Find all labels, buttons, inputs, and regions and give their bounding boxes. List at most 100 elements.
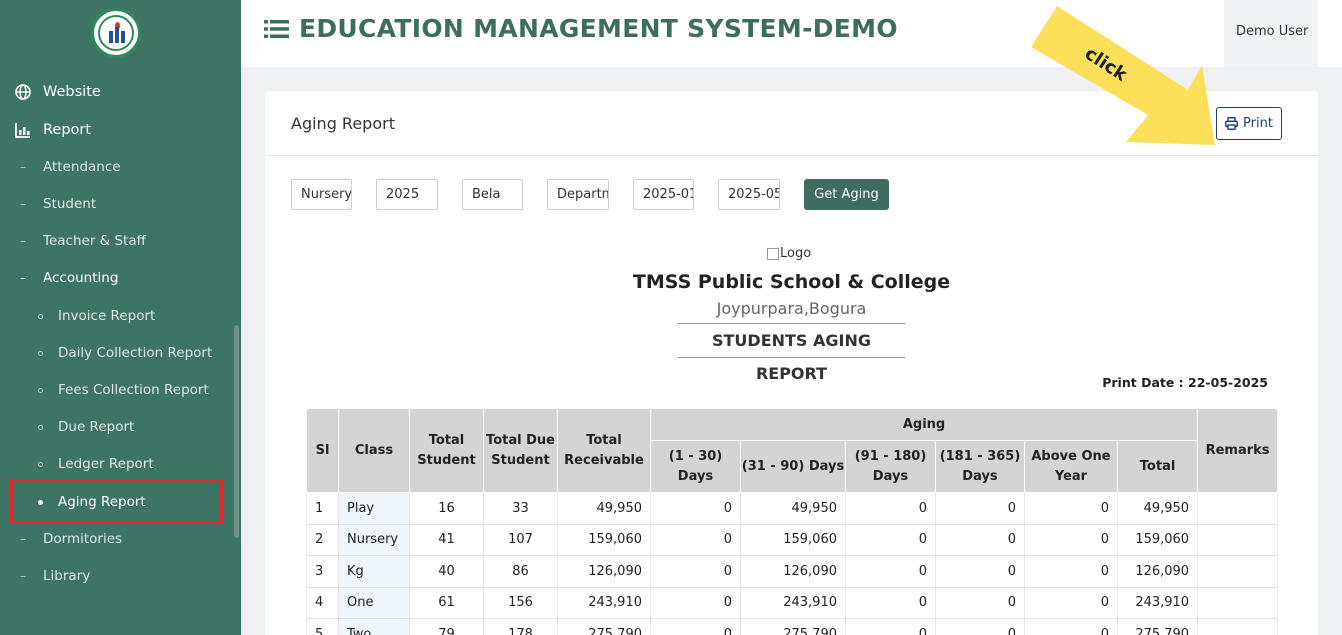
table-cell: 0 <box>935 586 1025 619</box>
department-select[interactable]: Department <box>547 179 609 210</box>
col-header-above-one-year: Above One Year <box>1024 440 1118 493</box>
class-select[interactable]: Nursery <box>291 179 352 210</box>
sidebar-item-label: Ledger Report <box>58 456 154 472</box>
table-cell: 0 <box>935 618 1025 635</box>
sidebar-item-label: Student <box>43 196 97 212</box>
table-cell: 33 <box>483 492 558 525</box>
school-logo[interactable] <box>91 8 141 58</box>
col-header-sl: Sl <box>306 408 339 493</box>
table-cell: 3 <box>306 555 339 588</box>
table-cell: 107 <box>483 523 558 556</box>
get-aging-button[interactable]: Get Aging <box>804 179 889 210</box>
logo-alt-text: Logo <box>780 246 812 261</box>
sidebar-item-teacher-staff[interactable]: – Teacher & Staff <box>0 226 146 256</box>
sidebar-item-label: Website <box>43 84 101 100</box>
col-header-total: Total <box>1116 440 1199 493</box>
from-date-input[interactable]: 2025-01-01 <box>633 179 694 210</box>
table-cell: 0 <box>845 492 936 525</box>
sidebar-item-attendance[interactable]: – Attendance <box>0 152 121 182</box>
table-cell: One <box>338 586 410 619</box>
table-cell: 0 <box>650 492 741 525</box>
broken-image-icon <box>767 247 779 260</box>
sidebar-scrollbar[interactable] <box>234 325 239 538</box>
col-header-total-receivable: Total Receivable <box>557 408 651 493</box>
sidebar-item-label: Fees Collection Report <box>58 382 209 398</box>
table-cell: 0 <box>845 618 936 635</box>
school-name: TMSS Public School & College <box>632 271 951 293</box>
section-select[interactable]: Bela <box>462 179 523 210</box>
sidebar-item-label: Attendance <box>43 159 121 175</box>
table-cell: 156 <box>483 586 558 619</box>
sidebar-item-dormitories[interactable]: – Dormitories <box>0 524 122 554</box>
table-cell: 0 <box>935 555 1025 588</box>
sidebar-item-invoice-report[interactable]: Invoice Report <box>0 301 155 331</box>
table-cell: 243,910 <box>557 586 651 619</box>
sidebar-item-website[interactable]: Website <box>0 77 101 107</box>
table-row: 1 Play 16 33 49,950 0 49,950 0 0 0 49,950 <box>306 492 1279 525</box>
table-row: 4 One 61 156 243,910 0 243,910 0 0 0 243,910 <box>306 586 1279 619</box>
table-cell: 5 <box>306 618 339 635</box>
year-select[interactable]: 2025 <box>376 179 438 210</box>
table-cell: Play <box>338 492 410 525</box>
chart-icon <box>14 121 32 139</box>
report-logo: Logo <box>767 246 811 261</box>
table-cell: 126,090 <box>740 555 846 588</box>
sidebar-item-library[interactable]: – Library <box>0 561 90 591</box>
print-date: Print Date : 22-05-2025 <box>1102 375 1268 390</box>
sidebar-item-label: Daily Collection Report <box>58 345 213 361</box>
col-header-total-due: Total Due Student <box>483 408 558 493</box>
table-cell: 0 <box>1024 555 1118 588</box>
table-cell: 2 <box>306 523 339 556</box>
table-cell: 0 <box>845 523 936 556</box>
table-cell: 275,790 <box>557 618 651 635</box>
report-card: Aging Report Print Nursery 2025 Bela Dep… <box>265 91 1318 635</box>
table-cell: 126,090 <box>557 555 651 588</box>
table-cell: Nursery <box>338 523 410 556</box>
sidebar-item-due-report[interactable]: Due Report <box>0 412 134 442</box>
table-cell: 275,790 <box>1116 618 1199 635</box>
table-cell: 0 <box>845 586 936 619</box>
table-cell: 0 <box>650 523 741 556</box>
menu-icon[interactable] <box>264 19 289 39</box>
table-cell: 159,060 <box>740 523 846 556</box>
sidebar-item-fees-collection-report[interactable]: Fees Collection Report <box>0 375 209 405</box>
sidebar-item-label: Report <box>43 122 92 138</box>
table-row: 3 Kg 40 86 126,090 0 126,090 0 0 0 126,090 <box>306 555 1279 588</box>
sidebar-item-ledger-report[interactable]: Ledger Report <box>0 449 154 479</box>
sidebar-item-student[interactable]: – Student <box>0 189 96 219</box>
table-cell: 4 <box>306 586 339 619</box>
col-header-remarks: Remarks <box>1197 408 1279 493</box>
sidebar-item-accounting[interactable]: – Accounting <box>0 263 118 293</box>
click-arrow-annotation <box>1031 6 1215 145</box>
table-cell: 178 <box>483 618 558 635</box>
col-header-1-30: (1 - 30) Days <box>650 440 741 493</box>
table-cell: 16 <box>409 492 484 525</box>
sidebar-item-label: Dormitories <box>43 531 123 547</box>
col-header-total-student: Total Student <box>409 408 484 493</box>
table-cell: 0 <box>650 586 741 619</box>
sidebar-item-label: Invoice Report <box>58 308 156 324</box>
table-cell: 0 <box>1024 492 1118 525</box>
sidebar-item-label: Accounting <box>43 270 119 286</box>
table-cell: 243,910 <box>1116 586 1199 619</box>
table-cell: 0 <box>650 618 741 635</box>
table-cell <box>1197 618 1279 635</box>
table-cell: 0 <box>935 523 1025 556</box>
sidebar-item-daily-collection-report[interactable]: Daily Collection Report <box>0 338 212 368</box>
table-cell: 1 <box>306 492 339 525</box>
table-cell: 40 <box>409 555 484 588</box>
to-date-input[interactable]: 2025-05-22 <box>718 179 780 210</box>
sidebar-item-label: Due Report <box>58 419 135 435</box>
aging-table: Sl Class Total Student Total Due Student… <box>306 408 1279 635</box>
table-cell <box>1197 523 1279 556</box>
table-cell: 0 <box>845 555 936 588</box>
table-cell: 126,090 <box>1116 555 1199 588</box>
table-cell: 275,790 <box>740 618 846 635</box>
table-cell: 0 <box>1024 618 1118 635</box>
table-cell: 159,060 <box>1116 523 1199 556</box>
col-header-class: Class <box>338 408 410 493</box>
table-cell: 0 <box>1024 523 1118 556</box>
table-cell: Kg <box>338 555 410 588</box>
sidebar-item-report[interactable]: Report <box>0 115 91 145</box>
globe-icon <box>14 83 32 101</box>
